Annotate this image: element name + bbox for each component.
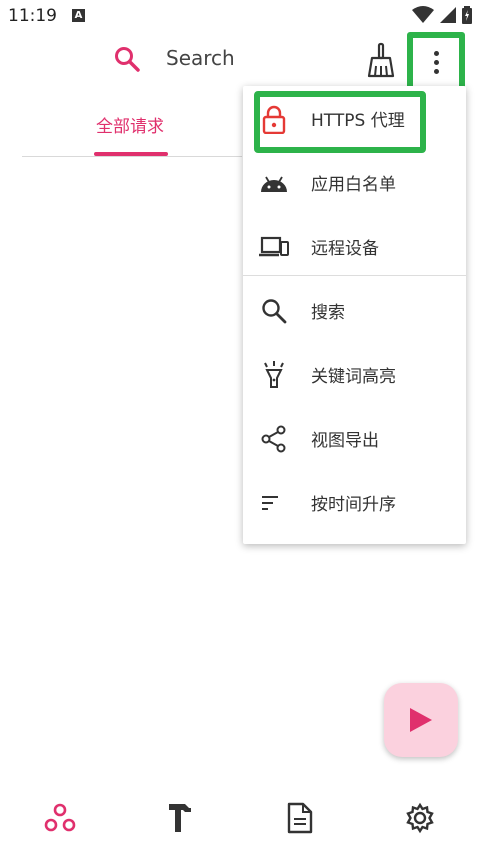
- bottom-navigation: [0, 780, 480, 853]
- status-notification-badge: A: [72, 9, 85, 22]
- broom-icon[interactable]: [366, 42, 396, 78]
- menu-item-keyword-highlight[interactable]: 关键词高亮: [243, 342, 466, 406]
- menu-divider: [243, 275, 466, 276]
- tools-icon: [169, 804, 191, 832]
- start-capture-button[interactable]: [384, 683, 458, 757]
- menu-item-app-whitelist[interactable]: 应用白名单: [243, 150, 466, 214]
- menu-item-label: 应用白名单: [311, 175, 396, 195]
- wifi-icon: [412, 6, 434, 23]
- nav-settings[interactable]: [400, 798, 440, 838]
- signal-icon: [440, 7, 456, 23]
- capture-icon: [44, 803, 76, 832]
- nav-tools[interactable]: [160, 798, 200, 838]
- highlight-icon: [264, 361, 284, 388]
- sort-icon: [262, 496, 278, 510]
- menu-item-export-view[interactable]: 视图导出: [243, 406, 466, 470]
- tab-all-requests[interactable]: 全部请求: [88, 112, 172, 137]
- status-time: 11:19: [8, 6, 57, 26]
- https-proxy-highlight-box: [254, 91, 426, 153]
- menu-item-remote-devices[interactable]: 远程设备: [243, 214, 466, 278]
- battery-icon: [462, 6, 472, 24]
- nav-capture[interactable]: [40, 798, 80, 838]
- devices-icon: [259, 236, 289, 257]
- android-icon: [261, 176, 287, 192]
- menu-item-label: 搜索: [311, 303, 345, 323]
- nav-documents[interactable]: [280, 798, 320, 838]
- play-icon: [410, 708, 432, 732]
- more-options-button[interactable]: [407, 32, 465, 92]
- menu-item-sort-by-time[interactable]: 按时间升序: [243, 470, 466, 534]
- search-input[interactable]: Search: [166, 46, 235, 70]
- tab-divider: [22, 156, 242, 157]
- overflow-menu: HTTPS 代理 应用白名单 远程设备 搜索 关键词高亮 视图导出 按时间升序: [243, 86, 466, 544]
- status-bar: 11:19 A: [0, 0, 480, 34]
- status-icons: [412, 6, 472, 24]
- more-vert-icon: [433, 50, 439, 74]
- search-icon[interactable]: [114, 46, 140, 72]
- search-icon: [262, 299, 287, 324]
- menu-item-label: 按时间升序: [311, 495, 396, 515]
- document-icon: [287, 802, 313, 834]
- share-icon: [261, 425, 286, 453]
- menu-item-search[interactable]: 搜索: [243, 278, 466, 342]
- menu-item-label: 远程设备: [311, 239, 379, 259]
- menu-item-label: 关键词高亮: [311, 367, 396, 387]
- settings-icon: [406, 802, 434, 834]
- menu-item-label: 视图导出: [311, 431, 379, 451]
